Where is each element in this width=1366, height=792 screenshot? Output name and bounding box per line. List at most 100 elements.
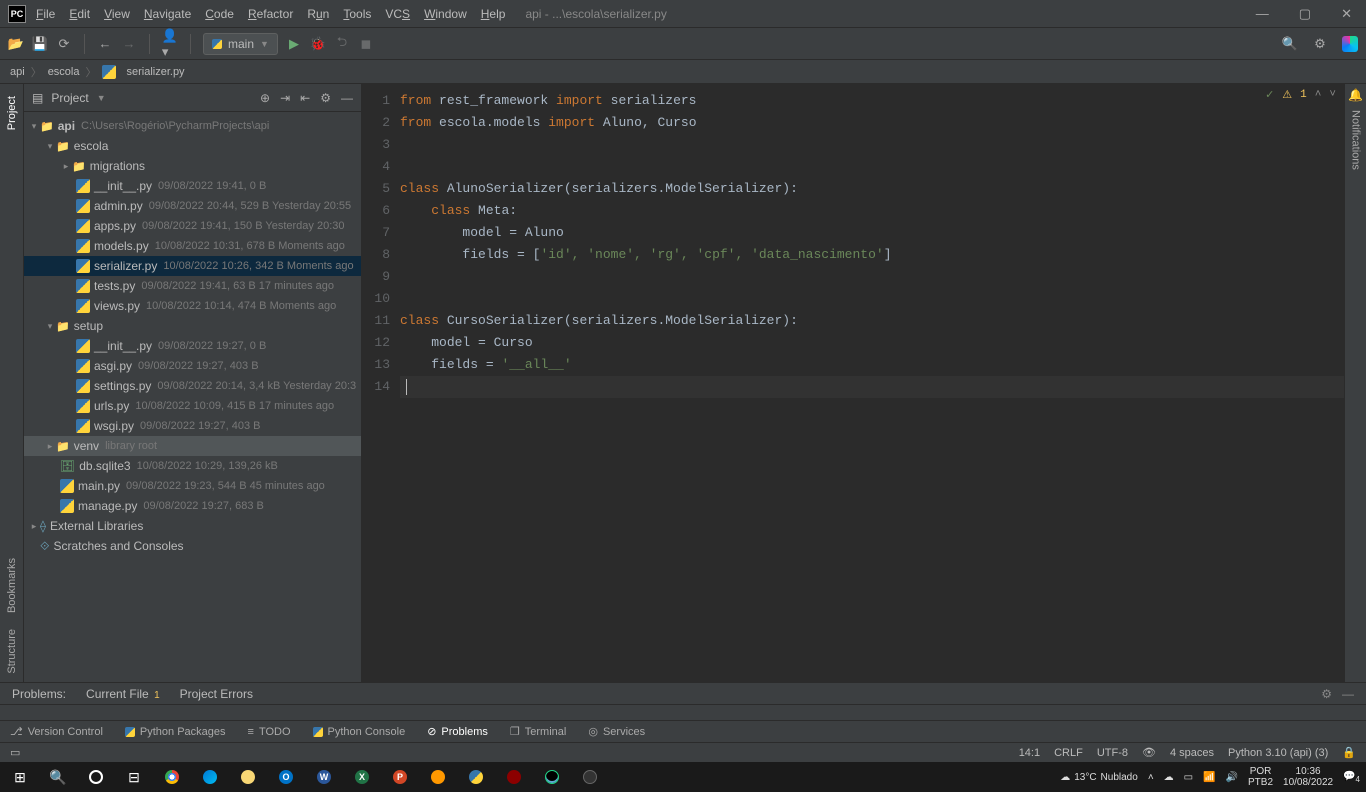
menu-file[interactable]: File	[36, 7, 55, 21]
breadcrumb-item[interactable]: serializer.py	[126, 66, 184, 78]
maximize-button[interactable]: ▢	[1293, 4, 1317, 24]
tree-file[interactable]: apps.py09/08/2022 19:41, 150 B Yesterday…	[24, 216, 361, 236]
system-clock[interactable]: 10:3610/08/2022	[1283, 766, 1333, 788]
menu-code[interactable]: Code	[205, 7, 234, 21]
back-icon[interactable]: ←	[97, 36, 113, 52]
menu-tools[interactable]: Tools	[343, 7, 371, 21]
hide-icon[interactable]: —	[1342, 687, 1354, 701]
tab-project-errors[interactable]: Project Errors	[180, 687, 253, 701]
search-button[interactable]: 🔍	[44, 763, 72, 791]
code-editor[interactable]: 1234567891011121314 from rest_framework …	[362, 84, 1344, 682]
tab-structure[interactable]: Structure	[6, 629, 18, 674]
tree-folder-escola[interactable]: ▾📁escola	[24, 136, 361, 156]
forward-icon[interactable]: →	[121, 36, 137, 52]
expand-up-icon[interactable]: ˄	[1315, 89, 1322, 101]
menu-vcs[interactable]: VCS	[385, 7, 410, 21]
line-separator[interactable]: CRLF	[1054, 747, 1083, 759]
expand-down-icon[interactable]: ˅	[1329, 89, 1336, 101]
settings-icon[interactable]: ⚙	[320, 91, 331, 105]
wifi-icon[interactable]: 📶	[1203, 772, 1215, 783]
python-app[interactable]	[462, 763, 490, 791]
tree-file[interactable]: __init__.py09/08/2022 19:27, 0 B	[24, 336, 361, 356]
tab-todo[interactable]: ≡TODO	[248, 726, 291, 738]
run-config-selector[interactable]: main ▼	[203, 33, 278, 55]
hide-icon[interactable]: —	[341, 91, 353, 105]
weather-widget[interactable]: ☁ 13°C Nublado	[1060, 772, 1138, 783]
tree-root[interactable]: ▾📁apiC:\Users\Rogério\PycharmProjects\ap…	[24, 116, 361, 136]
breadcrumb-item[interactable]: escola	[48, 66, 80, 78]
search-icon[interactable]: 🔍	[1282, 36, 1298, 52]
close-button[interactable]: ✕	[1335, 4, 1358, 24]
tree-folder-setup[interactable]: ▾📁setup	[24, 316, 361, 336]
tray-chevron-icon[interactable]: ˄	[1148, 772, 1154, 783]
tab-terminal[interactable]: ❐Terminal	[510, 725, 566, 738]
notifications-icon[interactable]: 🔔	[1348, 88, 1363, 102]
tab-python-packages[interactable]: Python Packages	[125, 726, 226, 738]
battery-icon[interactable]: ▭	[1184, 772, 1193, 783]
settings-icon[interactable]: ⚙	[1312, 36, 1328, 52]
spyder-app[interactable]	[500, 763, 528, 791]
tab-services[interactable]: ◎Services	[588, 725, 645, 738]
powerpoint-app[interactable]: P	[386, 763, 414, 791]
stop-icon[interactable]: ◼	[358, 36, 374, 52]
onedrive-icon[interactable]: ☁	[1164, 772, 1174, 783]
volume-icon[interactable]: 🔊	[1226, 772, 1238, 783]
menu-view[interactable]: View	[104, 7, 130, 21]
collapse-all-icon[interactable]: ⇤	[300, 91, 310, 105]
sublime-app[interactable]	[424, 763, 452, 791]
tree-folder-venv[interactable]: ▸📁venvlibrary root	[24, 436, 361, 456]
tab-notifications[interactable]: Notifications	[1350, 110, 1362, 170]
file-encoding[interactable]: UTF-8	[1097, 747, 1128, 759]
tab-problems[interactable]: ⊘Problems	[427, 725, 488, 738]
menu-edit[interactable]: Edit	[69, 7, 90, 21]
language-indicator[interactable]: PORPTB2	[1248, 766, 1273, 788]
menu-refactor[interactable]: Refactor	[248, 7, 293, 21]
add-config-icon[interactable]: 👤▾	[162, 36, 178, 52]
chrome-app[interactable]	[158, 763, 186, 791]
tree-file[interactable]: views.py10/08/2022 10:14, 474 B Moments …	[24, 296, 361, 316]
start-button[interactable]: ⊞	[6, 763, 34, 791]
word-app[interactable]: W	[310, 763, 338, 791]
pycharm-app[interactable]	[538, 763, 566, 791]
tree-file[interactable]: main.py09/08/2022 19:23, 544 B 45 minute…	[24, 476, 361, 496]
run-icon[interactable]: ▶	[286, 36, 302, 52]
menu-navigate[interactable]: Navigate	[144, 7, 191, 21]
menu-window[interactable]: Window	[424, 7, 467, 21]
tree-file[interactable]: asgi.py09/08/2022 19:27, 403 B	[24, 356, 361, 376]
editor-inspections[interactable]: ✓ ⚠1 ˄ ˅	[1265, 88, 1336, 102]
tree-file[interactable]: admin.py09/08/2022 20:44, 529 B Yesterda…	[24, 196, 361, 216]
readonly-icon[interactable]: 👁	[1142, 746, 1156, 759]
cortana-button[interactable]	[82, 763, 110, 791]
reload-icon[interactable]: ⟳	[56, 36, 72, 52]
menu-run[interactable]: Run	[307, 7, 329, 21]
edge-app[interactable]	[196, 763, 224, 791]
interpreter-info[interactable]: Python 3.10 (api) (3)	[1228, 747, 1328, 759]
tree-file[interactable]: 🗄db.sqlite310/08/2022 10:29, 139,26 kB	[24, 456, 361, 476]
debug-icon[interactable]: 🐞	[310, 36, 326, 52]
excel-app[interactable]: X	[348, 763, 376, 791]
outlook-app[interactable]: O	[272, 763, 300, 791]
tab-bookmarks[interactable]: Bookmarks	[6, 558, 18, 613]
caret-position[interactable]: 14:1	[1019, 747, 1040, 759]
tree-file[interactable]: tests.py09/08/2022 19:41, 63 B 17 minute…	[24, 276, 361, 296]
save-icon[interactable]: 💾	[32, 36, 48, 52]
tree-file[interactable]: manage.py09/08/2022 19:27, 683 B	[24, 496, 361, 516]
task-view-button[interactable]: ⊟	[120, 763, 148, 791]
tree-file[interactable]: settings.py09/08/2022 20:14, 3,4 kB Yest…	[24, 376, 361, 396]
code-with-me-icon[interactable]	[1342, 36, 1358, 52]
tree-folder-migrations[interactable]: ▸📁migrations	[24, 156, 361, 176]
tool-window-toggle-icon[interactable]: ▭	[10, 746, 20, 759]
chevron-down-icon[interactable]: ▼	[97, 93, 106, 103]
project-tree[interactable]: ▾📁apiC:\Users\Rogério\PycharmProjects\ap…	[24, 112, 361, 682]
coverage-icon[interactable]: ⮌	[334, 36, 350, 52]
terminal-app[interactable]	[576, 763, 604, 791]
minimize-button[interactable]: —	[1250, 4, 1275, 24]
tree-external-libs[interactable]: ▸⟠External Libraries	[24, 516, 361, 536]
lock-icon[interactable]: 🔒	[1342, 746, 1356, 759]
tree-scratches[interactable]: ⟐Scratches and Consoles	[24, 536, 361, 556]
tab-version-control[interactable]: ⎇Version Control	[10, 725, 103, 738]
open-icon[interactable]: 📂	[8, 36, 24, 52]
explorer-app[interactable]	[234, 763, 262, 791]
tab-project[interactable]: Project	[6, 96, 18, 130]
tree-file[interactable]: models.py10/08/2022 10:31, 678 B Moments…	[24, 236, 361, 256]
